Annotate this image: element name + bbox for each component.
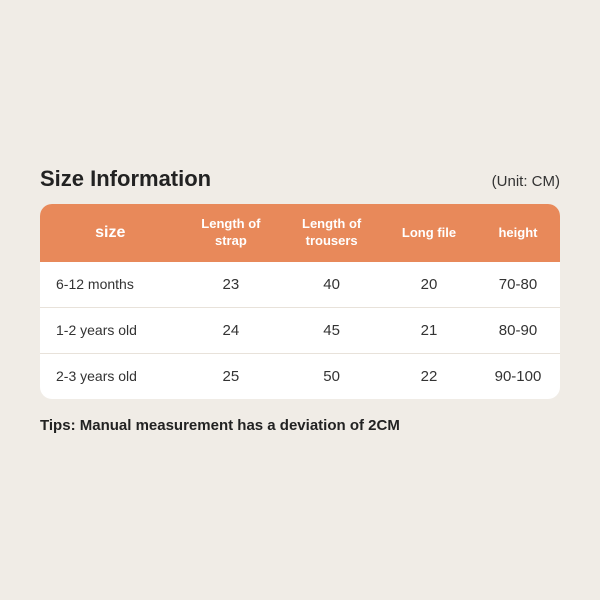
cell-strap: 24 bbox=[181, 307, 282, 353]
cell-size: 6-12 months bbox=[40, 262, 181, 308]
unit-label: (Unit: CM) bbox=[492, 173, 560, 190]
table-wrapper: size Length ofstrap Length oftrousers Lo… bbox=[40, 204, 560, 399]
cell-longfile: 21 bbox=[382, 307, 476, 353]
size-table: size Length ofstrap Length oftrousers Lo… bbox=[40, 204, 560, 399]
size-info-container: Size Information (Unit: CM) size Length … bbox=[20, 146, 580, 454]
cell-longfile: 20 bbox=[382, 262, 476, 308]
cell-height: 80-90 bbox=[476, 307, 560, 353]
tips-text: Tips: Manual measurement has a deviation… bbox=[40, 417, 560, 434]
page-title: Size Information bbox=[40, 166, 211, 192]
cell-height: 90-100 bbox=[476, 353, 560, 399]
cell-trousers: 40 bbox=[281, 262, 382, 308]
cell-trousers: 50 bbox=[281, 353, 382, 399]
table-row: 6-12 months23402070-80 bbox=[40, 262, 560, 308]
col-longfile: Long file bbox=[382, 204, 476, 262]
col-size: size bbox=[40, 204, 181, 262]
cell-height: 70-80 bbox=[476, 262, 560, 308]
cell-strap: 23 bbox=[181, 262, 282, 308]
col-strap: Length ofstrap bbox=[181, 204, 282, 262]
cell-strap: 25 bbox=[181, 353, 282, 399]
table-row: 1-2 years old24452180-90 bbox=[40, 307, 560, 353]
cell-trousers: 45 bbox=[281, 307, 382, 353]
col-trousers: Length oftrousers bbox=[281, 204, 382, 262]
col-height: height bbox=[476, 204, 560, 262]
table-row: 2-3 years old25502290-100 bbox=[40, 353, 560, 399]
cell-size: 2-3 years old bbox=[40, 353, 181, 399]
cell-size: 1-2 years old bbox=[40, 307, 181, 353]
table-header-row: size Length ofstrap Length oftrousers Lo… bbox=[40, 204, 560, 262]
header-row: Size Information (Unit: CM) bbox=[40, 166, 560, 192]
cell-longfile: 22 bbox=[382, 353, 476, 399]
